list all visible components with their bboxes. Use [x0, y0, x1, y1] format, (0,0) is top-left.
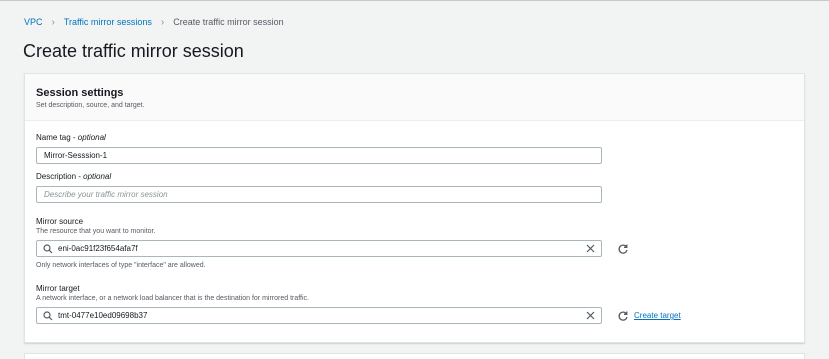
chevron-right-icon: ›	[160, 16, 165, 28]
mirror-target-hint: A network interface, or a network load b…	[36, 295, 310, 302]
description-label: Description - optional	[36, 172, 112, 181]
breadcrumb-vpc[interactable]: VPC	[24, 17, 43, 27]
close-icon[interactable]	[586, 311, 595, 320]
description-label-text: Description	[36, 172, 77, 181]
optional-marker: optional	[77, 133, 106, 142]
mirror-target-value: tmt-0477e10ed09698b37	[58, 311, 148, 320]
top-border	[0, 0, 829, 1]
breadcrumb-traffic-mirror-sessions[interactable]: Traffic mirror sessions	[64, 17, 152, 27]
mirror-source-constraint: Only network interfaces of type "interfa…	[36, 262, 206, 269]
close-icon[interactable]	[586, 244, 595, 253]
name-tag-label: Name tag - optional	[36, 133, 106, 142]
mirror-source-select[interactable]: eni-0ac91f23f654afa7f	[36, 240, 602, 257]
name-tag-label-text: Name tag	[36, 133, 71, 142]
page-title: Create traffic mirror session	[23, 41, 244, 61]
optional-marker: optional	[83, 172, 112, 181]
create-target-link[interactable]: Create target	[634, 311, 681, 320]
panel-header: Session settings Set description, source…	[25, 74, 804, 121]
panel-description: Set description, source, and target.	[36, 102, 145, 109]
search-icon	[43, 311, 53, 321]
mirror-target-select[interactable]: tmt-0477e10ed09698b37	[36, 307, 602, 324]
name-tag-input[interactable]: Mirror-Sesssion-1	[36, 147, 602, 164]
session-settings-panel: Session settings Set description, source…	[24, 73, 805, 343]
panel-title: Session settings	[36, 87, 124, 99]
breadcrumb: VPC › Traffic mirror sessions › Create t…	[24, 16, 284, 28]
search-icon	[43, 244, 53, 254]
description-input[interactable]: Describe your traffic mirror session	[36, 186, 602, 203]
next-panel-edge	[24, 353, 805, 359]
mirror-source-value: eni-0ac91f23f654afa7f	[58, 244, 138, 253]
refresh-icon[interactable]	[617, 243, 629, 255]
mirror-target-label: Mirror target	[36, 284, 80, 293]
refresh-icon[interactable]	[617, 310, 629, 322]
mirror-source-hint: The resource that you want to monitor.	[36, 228, 156, 235]
chevron-right-icon: ›	[51, 16, 55, 28]
mirror-source-label: Mirror source	[36, 217, 84, 226]
breadcrumb-current: Create traffic mirror session	[173, 17, 284, 27]
